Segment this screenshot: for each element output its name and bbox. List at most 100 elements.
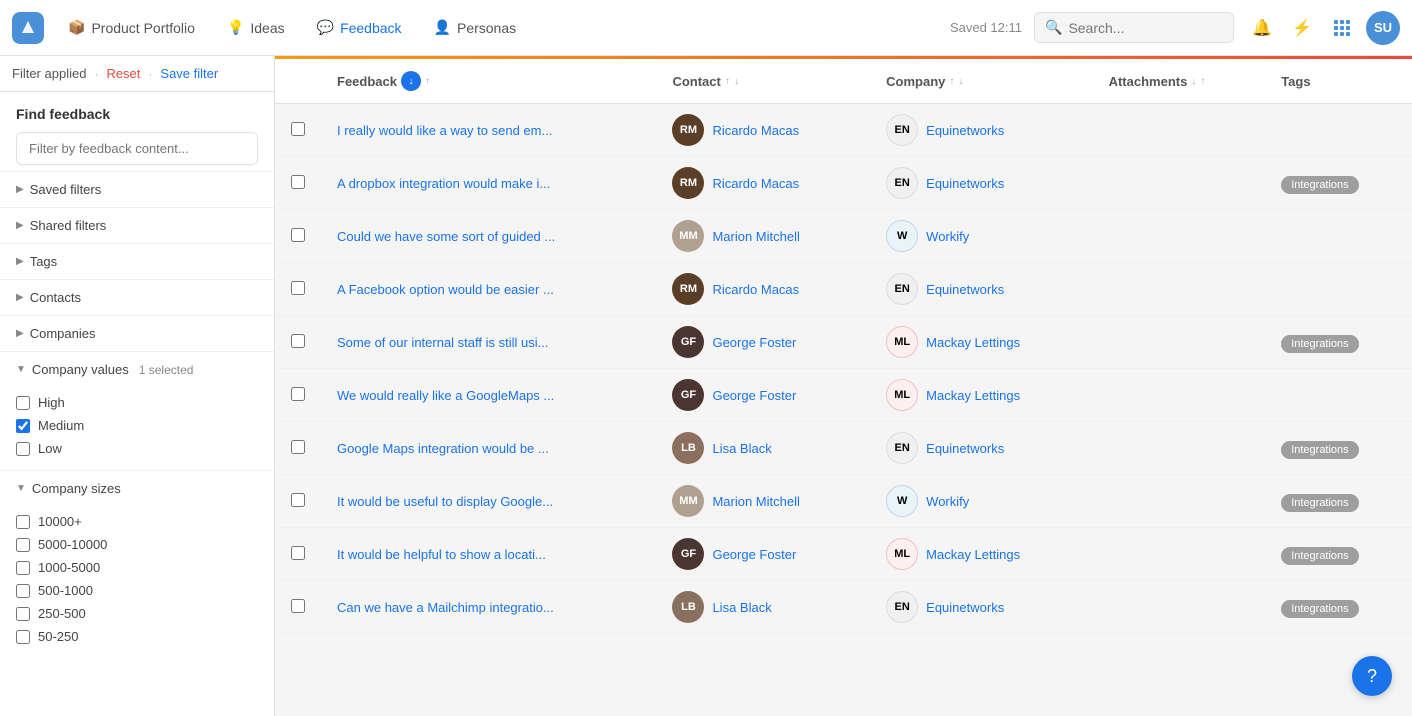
contact-cell: RM Ricardo Macas [656,104,870,157]
row-select-checkbox[interactable] [291,387,305,401]
size-1000-5000-option[interactable]: 1000-5000 [16,556,258,579]
header-checkbox-col [275,59,321,104]
search-input[interactable] [1068,20,1223,36]
row-select-checkbox[interactable] [291,546,305,560]
value-high-checkbox[interactable] [16,396,30,410]
row-select-checkbox[interactable] [291,175,305,189]
contact-name[interactable]: Lisa Black [712,441,771,456]
attachments-cell [1093,422,1266,475]
tags-cell: Integrations [1265,157,1412,210]
user-avatar[interactable]: SU [1366,11,1400,45]
contact-name[interactable]: George Foster [712,335,796,350]
value-medium-checkbox[interactable] [16,419,30,433]
value-high-option[interactable]: High [16,391,258,414]
feedback-sort-down[interactable]: ↓ [401,71,421,91]
company-name[interactable]: Equinetworks [926,441,1004,456]
feedback-link[interactable]: We would really like a GoogleMaps ... [337,388,617,403]
company-name[interactable]: Mackay Lettings [926,547,1020,562]
contact-name[interactable]: George Foster [712,388,796,403]
companies-header[interactable]: ▶ Companies [0,316,274,351]
company-name[interactable]: Equinetworks [926,176,1004,191]
company-name[interactable]: Equinetworks [926,600,1004,615]
table-row: We would really like a GoogleMaps ... GF… [275,369,1412,422]
company-values-selected-count: 1 selected [139,363,194,377]
company-name[interactable]: Workify [926,229,969,244]
company-sort-up[interactable]: ↑ [949,76,954,87]
company-name[interactable]: Mackay Lettings [926,335,1020,350]
feedback-link[interactable]: I really would like a way to send em... [337,123,617,138]
company-cell-td: ML Mackay Lettings [870,528,1092,581]
filter-save-button[interactable]: Save filter [160,66,218,81]
shared-filters-header[interactable]: ▶ Shared filters [0,208,274,243]
feedback-link[interactable]: A Facebook option would be easier ... [337,282,617,297]
nav-item-ideas[interactable]: 💡 Ideas [213,13,299,42]
contact-sort-up[interactable]: ↑ [725,76,730,87]
filter-reset-button[interactable]: Reset [106,66,140,81]
nav-item-feedback[interactable]: 💬 Feedback [303,13,416,42]
feedback-sort-up[interactable]: ↑ [425,76,430,87]
size-500-1000-option[interactable]: 500-1000 [16,579,258,602]
company-name[interactable]: Mackay Lettings [926,388,1020,403]
company-sort-down[interactable]: ↓ [958,76,963,87]
app-logo[interactable] [12,12,44,44]
size-1000-5000-checkbox[interactable] [16,561,30,575]
size-250-500-option[interactable]: 250-500 [16,602,258,625]
contact-sort-down[interactable]: ↓ [734,76,739,87]
feedback-link[interactable]: A dropbox integration would make i... [337,176,617,191]
lightning-button[interactable]: ⚡ [1286,12,1318,44]
value-low-option[interactable]: Low [16,437,258,460]
feedback-link[interactable]: Google Maps integration would be ... [337,441,617,456]
contact-name[interactable]: Marion Mitchell [712,229,799,244]
feedback-link[interactable]: Some of our internal staff is still usi.… [337,335,617,350]
contact-name[interactable]: Ricardo Macas [712,123,799,138]
size-5000-10000-option[interactable]: 5000-10000 [16,533,258,556]
help-button[interactable]: ? [1352,656,1392,696]
contacts-group: ▶ Contacts [0,279,274,315]
size-50-250-option[interactable]: 50-250 [16,625,258,648]
feedback-cell: We would really like a GoogleMaps ... [321,369,656,422]
company-values-header[interactable]: ▼ Company values 1 selected [0,352,274,387]
contact-name[interactable]: Ricardo Macas [712,176,799,191]
feedback-link[interactable]: Could we have some sort of guided ... [337,229,617,244]
row-select-checkbox[interactable] [291,228,305,242]
attachments-sort-down[interactable]: ↓ [1191,76,1196,87]
company-name[interactable]: Equinetworks [926,123,1004,138]
company-name[interactable]: Workify [926,494,969,509]
grid-button[interactable] [1326,12,1358,44]
notifications-button[interactable]: 🔔 [1246,12,1278,44]
row-select-checkbox[interactable] [291,599,305,613]
nav-item-product-portfolio[interactable]: 📦 Product Portfolio [54,13,209,42]
attachments-sort-up[interactable]: ↑ [1200,76,1205,87]
company-sizes-header[interactable]: ▼ Company sizes [0,471,274,506]
size-250-500-checkbox[interactable] [16,607,30,621]
contact-name[interactable]: George Foster [712,547,796,562]
row-select-checkbox[interactable] [291,440,305,454]
contact-name[interactable]: Ricardo Macas [712,282,799,297]
row-select-checkbox[interactable] [291,334,305,348]
feedback-link[interactable]: It would be useful to display Google... [337,494,617,509]
size-500-1000-checkbox[interactable] [16,584,30,598]
size-50-250-checkbox[interactable] [16,630,30,644]
size-5000-10000-checkbox[interactable] [16,538,30,552]
feedback-content-search[interactable] [16,132,258,165]
value-medium-option[interactable]: Medium [16,414,258,437]
saved-filters-header[interactable]: ▶ Saved filters [0,172,274,207]
company-name[interactable]: Equinetworks [926,282,1004,297]
tags-header[interactable]: ▶ Tags [0,244,274,279]
contact-name[interactable]: Marion Mitchell [712,494,799,509]
contact-name[interactable]: Lisa Black [712,600,771,615]
nav-item-personas[interactable]: 👤 Personas [420,13,531,42]
contacts-header[interactable]: ▶ Contacts [0,280,274,315]
row-select-checkbox[interactable] [291,122,305,136]
size-5000-10000-label: 5000-10000 [38,537,107,552]
size-10000plus-checkbox[interactable] [16,515,30,529]
row-select-checkbox[interactable] [291,281,305,295]
feedback-link[interactable]: Can we have a Mailchimp integratio... [337,600,617,615]
feedback-link[interactable]: It would be helpful to show a locati... [337,547,617,562]
row-checkbox-cell [275,316,321,369]
size-10000plus-option[interactable]: 10000+ [16,510,258,533]
contacts-chevron: ▶ [16,292,24,303]
value-low-checkbox[interactable] [16,442,30,456]
search-bar[interactable]: 🔍 [1034,12,1234,43]
row-select-checkbox[interactable] [291,493,305,507]
